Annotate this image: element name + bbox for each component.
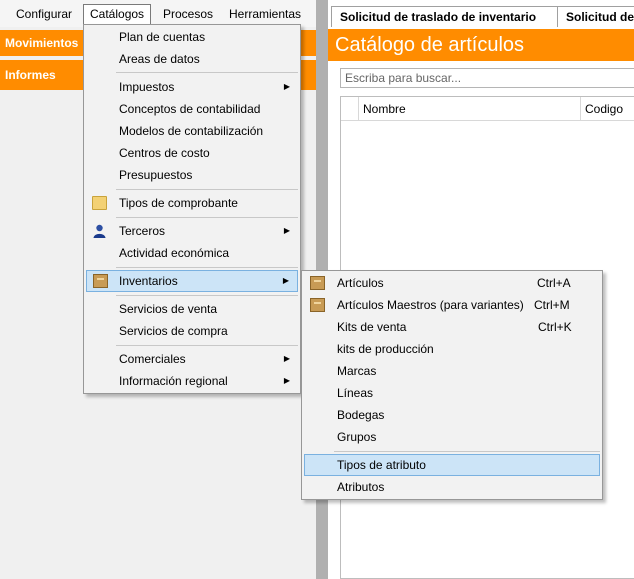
menu-separator bbox=[116, 72, 298, 73]
inventarios-submenu: Artículos Ctrl+A Artículos Maestros (par… bbox=[301, 270, 603, 500]
menu-item-label: kits de producción bbox=[337, 342, 434, 356]
menu-item-label: Impuestos bbox=[119, 80, 175, 94]
nav-informes-label: Informes bbox=[5, 68, 56, 82]
menu-item-label: Centros de costo bbox=[119, 146, 210, 160]
menu-item-label: Presupuestos bbox=[119, 168, 193, 182]
shortcut-label: Ctrl+K bbox=[538, 320, 572, 334]
menu-item-label: Grupos bbox=[337, 430, 377, 444]
menu-item-plan-de-cuentas[interactable]: Plan de cuentas bbox=[86, 27, 298, 47]
nav-movimientos-label: Movimientos bbox=[5, 36, 79, 50]
search-input[interactable]: Escriba para buscar... bbox=[340, 68, 634, 88]
menu-item-label: Atributos bbox=[337, 480, 385, 494]
menu-item-informacion-regional[interactable]: Información regional ▶ bbox=[86, 371, 298, 391]
person-icon bbox=[93, 224, 106, 238]
menu-separator bbox=[116, 295, 298, 296]
menu-herramientas[interactable]: Herramientas bbox=[223, 5, 307, 23]
menu-item-label: Artículos bbox=[337, 276, 384, 290]
menu-configurar[interactable]: Configurar bbox=[10, 5, 78, 23]
menu-procesos[interactable]: Procesos bbox=[157, 5, 219, 23]
menu-separator bbox=[116, 267, 298, 268]
menu-separator bbox=[116, 345, 298, 346]
menu-item-label: Información regional bbox=[119, 374, 228, 388]
column-header-nombre[interactable]: Nombre bbox=[359, 97, 581, 121]
menu-item-marcas[interactable]: Marcas bbox=[304, 361, 600, 381]
tab-solicitud-traslado[interactable]: Solicitud de traslado de inventario bbox=[331, 6, 567, 27]
tab-solicitud-2[interactable]: Solicitud de tra bbox=[557, 6, 634, 27]
menu-item-label: Kits de venta bbox=[337, 320, 407, 334]
menu-item-lineas[interactable]: Líneas bbox=[304, 383, 600, 403]
box-icon bbox=[93, 274, 108, 288]
menu-item-kits-de-venta[interactable]: Kits de venta Ctrl+K bbox=[304, 317, 600, 337]
menu-item-impuestos[interactable]: Impuestos ▶ bbox=[86, 77, 298, 97]
menu-separator bbox=[116, 217, 298, 218]
menu-item-label: Comerciales bbox=[119, 352, 186, 366]
submenu-arrow-icon: ▶ bbox=[283, 226, 290, 235]
menu-item-areas-de-datos[interactable]: Areas de datos bbox=[86, 49, 298, 69]
menu-item-label: Areas de datos bbox=[119, 52, 200, 66]
menu-item-label: Servicios de compra bbox=[119, 324, 228, 338]
page-title: Catálogo de artículos bbox=[328, 29, 634, 61]
menu-item-servicios-de-compra[interactable]: Servicios de compra bbox=[86, 321, 298, 341]
menu-item-tipos-de-comprobante[interactable]: Tipos de comprobante bbox=[86, 193, 298, 213]
menu-item-articulos[interactable]: Artículos Ctrl+A bbox=[304, 273, 600, 293]
menu-item-label: Modelos de contabilización bbox=[119, 124, 264, 138]
grid-row-header bbox=[341, 97, 359, 121]
menu-item-modelos-contabilizacion[interactable]: Modelos de contabilización bbox=[86, 121, 298, 141]
menu-item-label: Conceptos de contabilidad bbox=[119, 102, 261, 116]
menu-item-label: Tipos de atributo bbox=[337, 458, 426, 472]
menu-item-servicios-de-venta[interactable]: Servicios de venta bbox=[86, 299, 298, 319]
menu-item-presupuestos[interactable]: Presupuestos bbox=[86, 165, 298, 185]
box-icon bbox=[310, 276, 325, 290]
submenu-arrow-icon: ▶ bbox=[283, 354, 290, 363]
menu-item-comerciales[interactable]: Comerciales ▶ bbox=[86, 349, 298, 369]
menu-item-centros-de-costo[interactable]: Centros de costo bbox=[86, 143, 298, 163]
submenu-arrow-icon: ▶ bbox=[282, 276, 289, 285]
menu-bar: Configurar Catálogos Procesos Herramient… bbox=[0, 0, 316, 27]
menu-item-label: Tipos de comprobante bbox=[119, 196, 238, 210]
catalogos-menu: Plan de cuentas Areas de datos Impuestos… bbox=[83, 24, 301, 394]
menu-item-atributos[interactable]: Atributos bbox=[304, 477, 600, 497]
menu-item-label: Inventarios bbox=[119, 274, 178, 288]
menu-item-articulos-maestros[interactable]: Artículos Maestros (para variantes) Ctrl… bbox=[304, 295, 600, 315]
menu-item-label: Terceros bbox=[119, 224, 166, 238]
menu-item-bodegas[interactable]: Bodegas bbox=[304, 405, 600, 425]
menu-catalogos[interactable]: Catálogos bbox=[83, 4, 152, 25]
menu-item-actividad-economica[interactable]: Actividad económica bbox=[86, 243, 298, 263]
menu-separator bbox=[334, 451, 600, 452]
box-icon bbox=[310, 298, 325, 312]
menu-item-label: Actividad económica bbox=[119, 246, 230, 260]
menu-item-conceptos-contabilidad[interactable]: Conceptos de contabilidad bbox=[86, 99, 298, 119]
menu-item-terceros[interactable]: Terceros ▶ bbox=[86, 221, 298, 241]
menu-item-label: Marcas bbox=[337, 364, 377, 378]
menu-item-label: Líneas bbox=[337, 386, 374, 400]
submenu-arrow-icon: ▶ bbox=[283, 82, 290, 91]
menu-item-tipos-de-atributo[interactable]: Tipos de atributo bbox=[304, 454, 600, 476]
shortcut-label: Ctrl+M bbox=[534, 298, 570, 312]
menu-item-label: Plan de cuentas bbox=[119, 30, 206, 44]
menu-item-grupos[interactable]: Grupos bbox=[304, 427, 600, 447]
column-header-codigo[interactable]: Codigo bbox=[581, 97, 634, 121]
menu-item-kits-de-produccion[interactable]: kits de producción bbox=[304, 339, 600, 359]
folder-icon bbox=[92, 196, 107, 210]
shortcut-label: Ctrl+A bbox=[537, 276, 571, 290]
menu-item-inventarios[interactable]: Inventarios ▶ bbox=[86, 270, 298, 292]
menu-item-label: Servicios de venta bbox=[119, 302, 218, 316]
menu-separator bbox=[116, 189, 298, 190]
submenu-arrow-icon: ▶ bbox=[283, 376, 290, 385]
menu-item-label: Bodegas bbox=[337, 408, 385, 422]
menu-item-label: Artículos Maestros (para variantes) bbox=[337, 298, 524, 312]
